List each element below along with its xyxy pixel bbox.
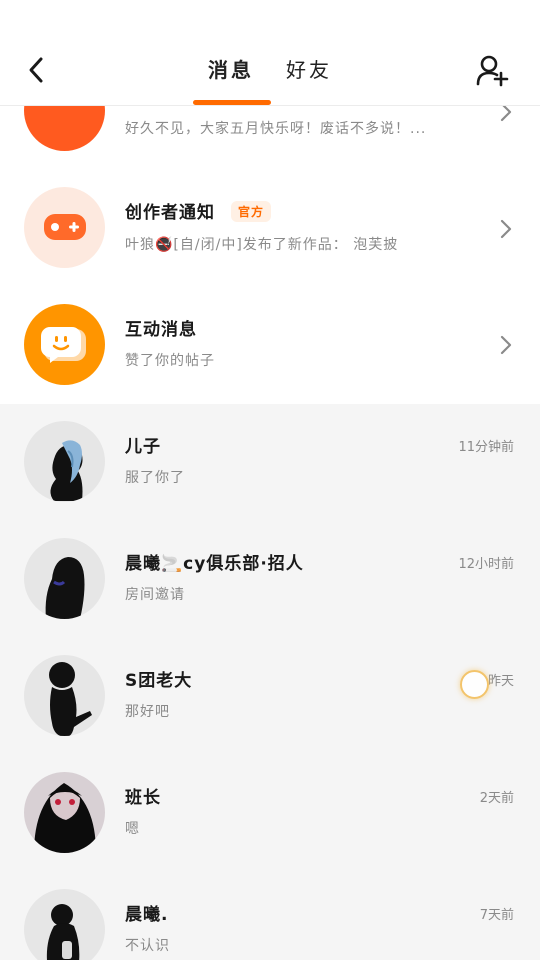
avatar <box>24 421 105 502</box>
user-avatar-image <box>46 904 80 960</box>
user-avatar-image <box>49 662 92 736</box>
conversation-item[interactable]: S团老大 那好吧 昨天 <box>0 638 540 755</box>
message-time: 7天前 <box>479 908 514 923</box>
interaction-subtitle: 赞了你的帖子 <box>125 353 215 369</box>
avatar <box>24 538 105 619</box>
message-time: 11分钟前 <box>458 440 514 455</box>
touch-indicator <box>460 670 489 699</box>
interaction-avatar <box>24 304 105 385</box>
contact-name: 晨曦🚬cy俱乐部·招人 <box>125 554 304 574</box>
interaction-messages-row[interactable]: 互动消息 赞了你的帖子 <box>0 287 540 404</box>
message-list: 233 好久不见，大家五月快乐呀！废话不多说！... 创作者通知官方 叶狼🚭[自… <box>0 0 540 960</box>
creator-notice-subtitle: 叶狼🚭[自/闭/中]发布了新作品： 泡芙披 <box>125 237 399 253</box>
creator-notice-title: 创作者通知 <box>125 203 215 223</box>
contact-name: 儿子 <box>125 437 161 457</box>
last-message: 那好吧 <box>125 704 170 720</box>
top-bar: 消息 好友 <box>0 0 540 106</box>
creator-notice-title-wrap: 创作者通知 官方 <box>125 198 272 223</box>
message-time: 12小时前 <box>458 557 514 572</box>
active-tab-indicator <box>193 100 271 105</box>
last-message: 不认识 <box>125 938 170 954</box>
message-time: 2天前 <box>479 791 514 806</box>
add-user-icon <box>476 55 509 87</box>
avatar <box>24 772 105 853</box>
conversation-item[interactable]: 晨曦🚬cy俱乐部·招人 房间邀请 12小时前 <box>0 521 540 638</box>
announcement-subtitle: 好久不见，大家五月快乐呀！废话不多说！... <box>125 121 427 137</box>
avatar <box>24 889 105 960</box>
user-avatar-image <box>50 440 83 501</box>
tab-friends[interactable]: 好友 <box>286 52 332 92</box>
conversation-item[interactable]: 班长 嗯 2天前 <box>0 755 540 872</box>
chevron-right-icon <box>500 219 512 239</box>
chevron-right-icon <box>500 335 512 355</box>
last-message: 嗯 <box>125 821 140 837</box>
gamepad-icon <box>43 213 86 240</box>
tab-bar: 消息 好友 <box>0 52 540 92</box>
contact-name: 晨曦. <box>125 905 169 925</box>
creator-notice-row[interactable]: 创作者通知 官方 叶狼🚭[自/闭/中]发布了新作品： 泡芙披 <box>0 170 540 287</box>
last-message: 房间邀请 <box>125 587 185 603</box>
creator-notice-avatar <box>24 187 105 268</box>
chat-bubble-icon <box>40 326 86 363</box>
conversation-item[interactable]: 晨曦. 不认识 7天前 <box>0 872 540 960</box>
user-avatar-image <box>45 557 85 619</box>
tab-messages[interactable]: 消息 <box>208 52 254 92</box>
last-message: 服了你了 <box>125 470 185 486</box>
contact-name: S团老大 <box>125 671 193 691</box>
contact-name: 班长 <box>125 788 161 808</box>
add-friend-button[interactable] <box>470 50 514 90</box>
message-time: 昨天 <box>487 674 514 689</box>
user-avatar-image <box>34 783 96 853</box>
avatar <box>24 655 105 736</box>
interaction-title: 互动消息 <box>125 320 197 340</box>
official-badge: 官方 <box>231 201 272 222</box>
conversation-item[interactable]: 儿子 服了你了 11分钟前 <box>0 404 540 521</box>
messages-screen: 233 好久不见，大家五月快乐呀！废话不多说！... 创作者通知官方 叶狼🚭[自… <box>0 0 540 960</box>
